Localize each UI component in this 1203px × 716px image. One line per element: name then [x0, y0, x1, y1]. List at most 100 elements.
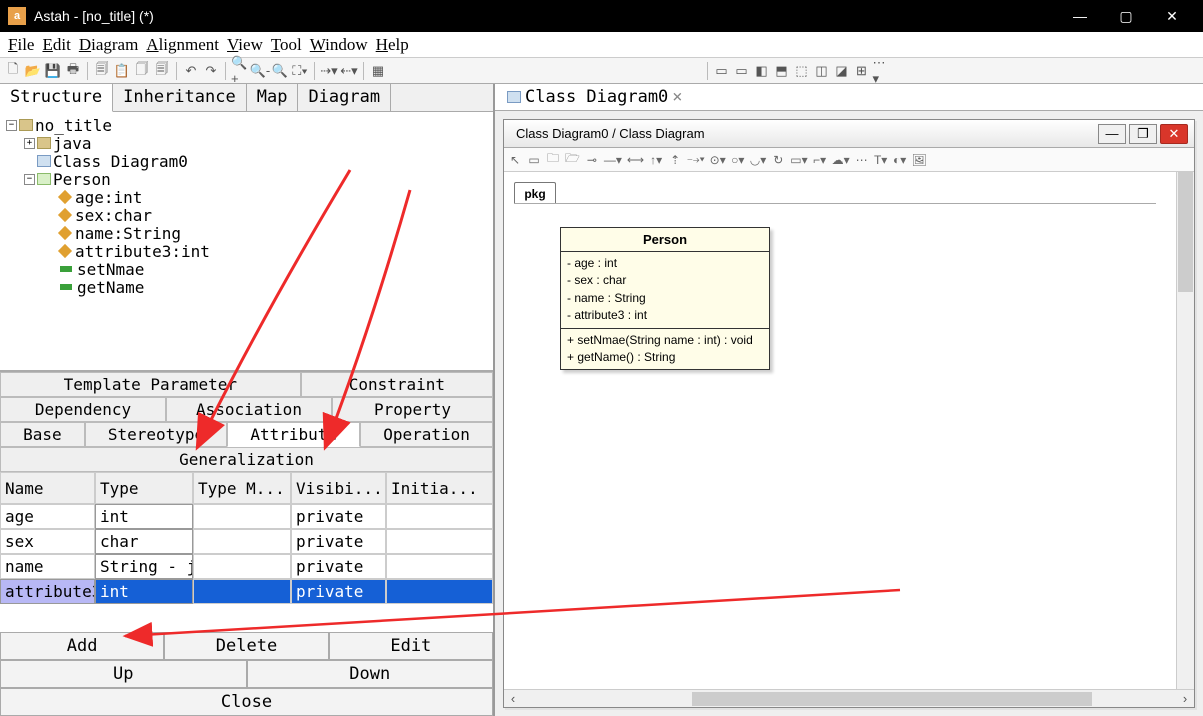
copy2-icon[interactable]: 🗍: [133, 62, 151, 80]
tree-op-getname[interactable]: getName: [77, 278, 144, 297]
menu-tool[interactable]: Tool: [269, 35, 304, 55]
text-tool-icon[interactable]: T▾: [874, 153, 888, 167]
assoc2-tool-icon[interactable]: ⟷: [627, 153, 644, 167]
new-file-icon[interactable]: 🗋: [4, 62, 22, 80]
vertical-scrollbar[interactable]: [1176, 172, 1194, 689]
table-row[interactable]: sex char private: [0, 529, 493, 554]
interface-tool-icon[interactable]: ⊸: [585, 153, 599, 167]
cell-type[interactable]: char: [95, 529, 193, 554]
toolbar-shape-6[interactable]: ◫: [813, 62, 831, 80]
zoom-reset-icon[interactable]: 🔍: [271, 62, 289, 80]
scrollbar-thumb[interactable]: [1178, 172, 1193, 292]
uml-class-title[interactable]: Person: [561, 228, 769, 252]
copy-icon[interactable]: 🗐: [93, 62, 111, 80]
up-button[interactable]: Up: [0, 660, 247, 688]
tool-icon[interactable]: ☁▾: [832, 153, 850, 167]
inner-close-button[interactable]: ✕: [1160, 124, 1188, 144]
cell-name[interactable]: sex: [0, 529, 95, 554]
realize-tool-icon[interactable]: ⇡: [668, 153, 682, 167]
menu-window[interactable]: Window: [308, 35, 370, 55]
uml-op-row[interactable]: + getName() : String: [567, 349, 763, 366]
maximize-button[interactable]: ▢: [1103, 0, 1149, 32]
close-button[interactable]: Close: [0, 688, 493, 716]
zoom-in-icon[interactable]: 🔍+: [231, 62, 249, 80]
uml-attr-row[interactable]: - attribute3 : int: [567, 307, 763, 324]
tree-attr-attribute3[interactable]: attribute3:int: [75, 242, 210, 261]
diagram-canvas[interactable]: pkg Person - age : int - sex : char - na…: [504, 172, 1176, 689]
undo-icon[interactable]: ↶: [182, 62, 200, 80]
tree-attr-age[interactable]: age:int: [75, 188, 142, 207]
toolbar-shape-7[interactable]: ◪: [833, 62, 851, 80]
tab-inheritance[interactable]: Inheritance: [113, 84, 247, 111]
toolbar-shape-1[interactable]: ▭: [713, 62, 731, 80]
ptab-base[interactable]: Base: [0, 422, 85, 447]
cell-initial[interactable]: [386, 554, 493, 579]
tree-java[interactable]: java: [53, 134, 92, 153]
assoc-tool-icon[interactable]: —▾: [604, 153, 622, 167]
table-row[interactable]: name String - j private: [0, 554, 493, 579]
tree-toggle-icon[interactable]: −: [24, 174, 35, 185]
toolbar-shape-8[interactable]: ⊞: [853, 62, 871, 80]
menu-edit[interactable]: Edit: [40, 35, 72, 55]
diagram-tab[interactable]: Class Diagram0 ×: [501, 85, 689, 109]
table-row[interactable]: age int private: [0, 504, 493, 529]
menu-diagram[interactable]: Diagram: [77, 35, 140, 55]
col-name[interactable]: Name: [0, 472, 95, 504]
tree-root[interactable]: no_title: [35, 116, 112, 135]
tool-icon[interactable]: ◡▾: [750, 153, 767, 167]
toolbar-icon-1[interactable]: ⇢▾: [320, 62, 338, 80]
col-type[interactable]: Type: [95, 472, 193, 504]
depend-tool-icon[interactable]: ⤍▾: [687, 152, 705, 167]
cell-type[interactable]: int: [95, 579, 193, 604]
ptab-template-parameter[interactable]: Template Parameter: [0, 372, 301, 397]
uml-class-person[interactable]: Person - age : int - sex : char - name :…: [560, 227, 770, 370]
toolbar-icon-2[interactable]: ⇠▾: [340, 62, 358, 80]
tree-diagram0[interactable]: Class Diagram0: [53, 152, 188, 171]
close-button[interactable]: ✕: [1149, 0, 1195, 32]
cell-typemod[interactable]: [193, 579, 291, 604]
down-button[interactable]: Down: [247, 660, 494, 688]
toolbar-shape-3[interactable]: ◧: [753, 62, 771, 80]
cell-type[interactable]: String - j: [95, 554, 193, 579]
cell-visibility[interactable]: private: [291, 554, 386, 579]
tree-toggle-icon[interactable]: +: [24, 138, 35, 149]
uml-attributes-section[interactable]: - age : int - sex : char - name : String…: [561, 252, 769, 329]
uml-op-row[interactable]: + setNmae(String name : int) : void: [567, 332, 763, 349]
zoom-out-icon[interactable]: 🔍-: [251, 62, 269, 80]
tool-icon[interactable]: ▭▾: [790, 153, 807, 167]
cell-visibility[interactable]: private: [291, 579, 386, 604]
usage-tool-icon[interactable]: ⊙▾: [710, 153, 726, 167]
structure-tree[interactable]: −no_title +java Class Diagram0 −Person a…: [0, 112, 493, 372]
inner-minimize-button[interactable]: —: [1098, 124, 1126, 144]
cell-type[interactable]: int: [95, 504, 193, 529]
toolbar-icon-3[interactable]: ▦: [369, 62, 387, 80]
cell-name[interactable]: name: [0, 554, 95, 579]
ptab-stereotype[interactable]: Stereotype: [85, 422, 228, 447]
uml-attr-row[interactable]: - sex : char: [567, 272, 763, 289]
tab-close-icon[interactable]: ×: [672, 87, 682, 107]
cell-visibility[interactable]: private: [291, 504, 386, 529]
attribute-table[interactable]: Name Type Type M... Visibi... Initia... …: [0, 472, 493, 632]
uml-operations-section[interactable]: + setNmae(String name : int) : void + ge…: [561, 329, 769, 370]
inner-restore-button[interactable]: ❐: [1129, 124, 1157, 144]
class-tool-icon[interactable]: ▭: [527, 153, 541, 167]
package-frame-tab[interactable]: pkg: [514, 182, 556, 204]
package-tool-icon[interactable]: 🗀: [546, 149, 560, 170]
cell-initial[interactable]: [386, 529, 493, 554]
paste2-icon[interactable]: 🗐: [153, 62, 171, 80]
subsystem-tool-icon[interactable]: 🗁: [565, 149, 580, 170]
inner-window-title[interactable]: Class Diagram0 / Class Diagram — ❐ ✕: [504, 120, 1194, 148]
add-button[interactable]: Add: [0, 632, 164, 660]
image-tool-icon[interactable]: 🖼: [912, 153, 927, 167]
general-tool-icon[interactable]: ↑▾: [649, 153, 663, 167]
edit-button[interactable]: Edit: [329, 632, 493, 660]
menu-view[interactable]: View: [225, 35, 265, 55]
uml-attr-row[interactable]: - name : String: [567, 290, 763, 307]
menu-alignment[interactable]: Alignment: [144, 35, 221, 55]
scrollbar-thumb[interactable]: [692, 692, 1092, 706]
delete-button[interactable]: Delete: [164, 632, 328, 660]
pointer-tool-icon[interactable]: ↖: [508, 153, 522, 167]
open-icon[interactable]: 📂: [24, 62, 42, 80]
redo-icon[interactable]: ↷: [202, 62, 220, 80]
ptab-dependency[interactable]: Dependency: [0, 397, 166, 422]
